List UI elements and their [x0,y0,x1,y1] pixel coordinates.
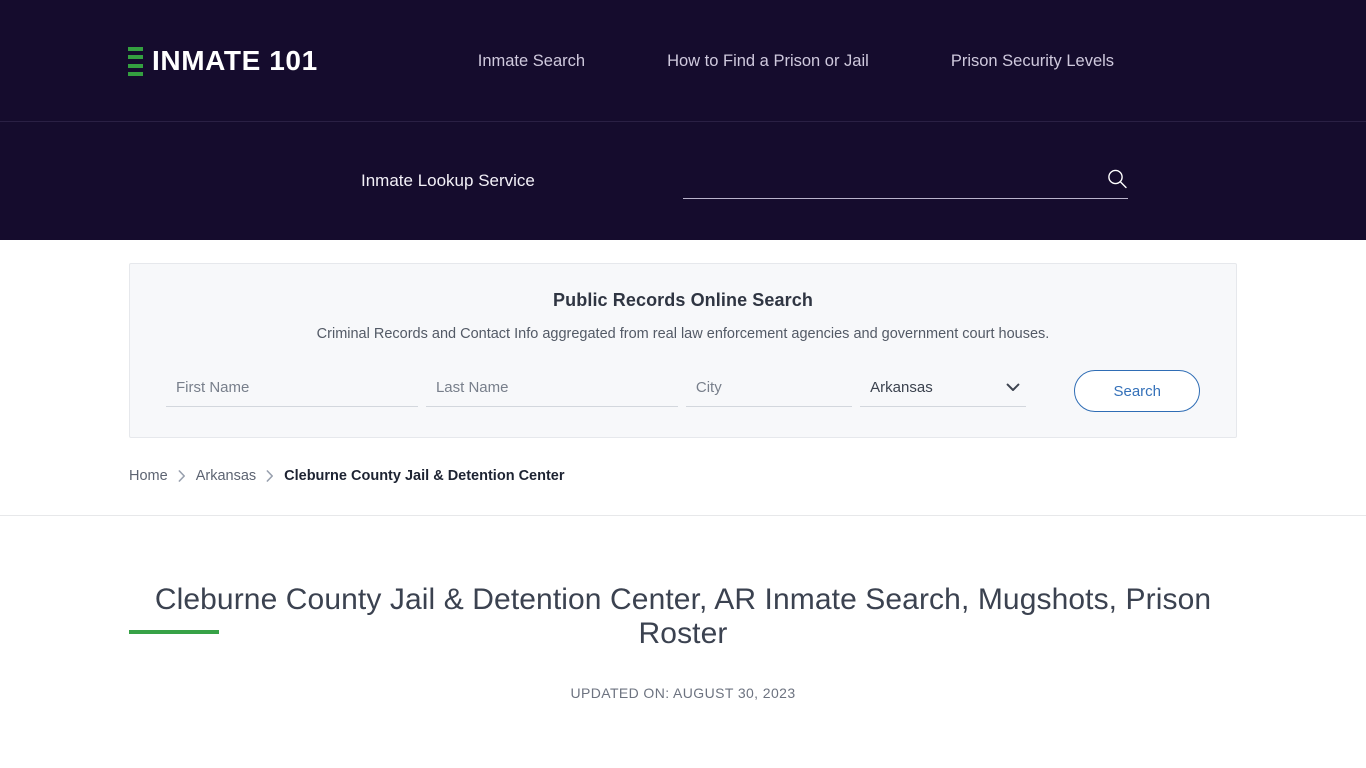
site-logo[interactable]: INMATE 101 [128,46,318,77]
page-title: Cleburne County Jail & Detention Center,… [154,583,1212,650]
lookup-search-input[interactable] [683,169,1087,192]
first-name-input[interactable] [166,378,418,402]
page-title-section: Cleburne County Jail & Detention Center,… [129,516,1237,701]
nav-item-inmate-search[interactable]: Inmate Search [478,52,585,71]
nav-item-prison-security-levels[interactable]: Prison Security Levels [951,52,1114,71]
breadcrumb-section: Home Arkansas Cleburne County Jail & Det… [0,438,1366,516]
city-field[interactable] [685,374,853,407]
chevron-right-icon [266,470,274,482]
public-records-title: Public Records Online Search [553,290,813,310]
stacked-bars-icon [128,46,143,77]
public-records-section: Public Records Online Search Criminal Re… [0,240,1366,438]
city-input[interactable] [685,378,853,402]
public-records-subtitle: Criminal Records and Contact Info aggreg… [316,326,1050,342]
breadcrumb-item-current: Cleburne County Jail & Detention Center [284,468,565,484]
breadcrumb: Home Arkansas Cleburne County Jail & Det… [129,438,1237,515]
site-header: INMATE 101 Inmate Search How to Find a P… [0,0,1366,122]
nav-item-how-to-find-a-prison-or-jail[interactable]: How to Find a Prison or Jail [667,52,869,71]
chevron-right-icon [178,470,186,482]
lookup-service-label: Inmate Lookup Service [361,171,535,190]
lookup-search-field[interactable] [683,164,1128,199]
breadcrumb-item-home[interactable]: Home [129,468,168,484]
title-accent-rule [129,630,219,634]
state-select[interactable]: Arkansas [860,378,1027,402]
public-records-form: Arkansas Search [166,370,1200,412]
brand-name: INMATE 101 [152,45,318,76]
main-navigation: Inmate Search How to Find a Prison or Ja… [478,52,1114,71]
last-name-field[interactable] [425,374,678,407]
breadcrumb-item-arkansas[interactable]: Arkansas [196,468,256,484]
inmate-lookup-bar: Inmate Lookup Service [0,122,1366,240]
public-records-panel: Public Records Online Search Criminal Re… [129,263,1237,438]
records-search-button[interactable]: Search [1074,370,1200,412]
first-name-field[interactable] [166,374,418,407]
last-name-input[interactable] [425,378,678,402]
magnifier-icon[interactable] [1106,168,1128,190]
updated-on-text: UPDATED ON: AUGUST 30, 2023 [570,685,796,702]
state-field[interactable]: Arkansas [860,374,1027,407]
